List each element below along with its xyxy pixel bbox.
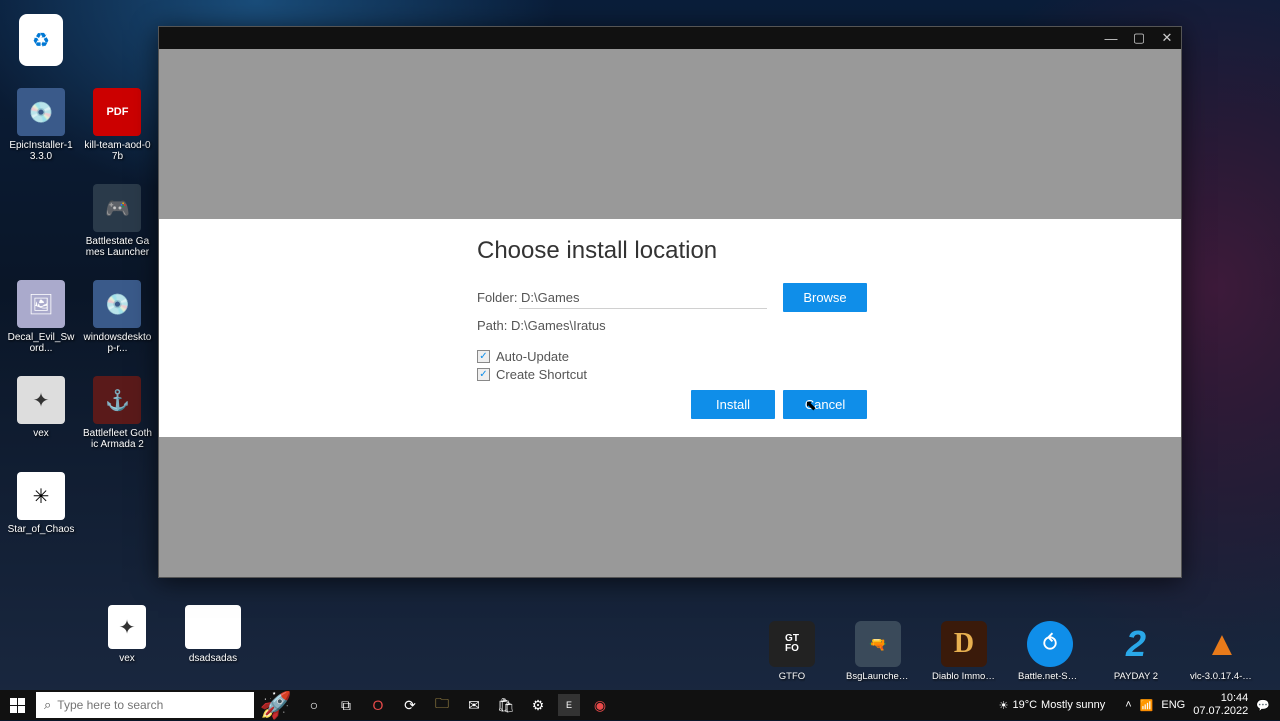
desktop-icon-vex2[interactable]: ✦ vex <box>91 605 163 664</box>
store-icon[interactable]: 🛍 <box>490 690 522 720</box>
cortana-button[interactable]: 🚀 <box>260 690 292 720</box>
clock[interactable]: 10:44 07.07.2022 <box>1193 692 1248 717</box>
install-location-panel: Choose install location Folder: Browse P… <box>159 219 1181 437</box>
system-tray: ☀ 19°C Mostly sunny ˄ 📶 ENG 10:44 07.07.… <box>999 692 1280 717</box>
epic-icon[interactable]: E <box>558 694 580 716</box>
pdf-icon: PDF <box>93 88 141 136</box>
taskbar-apps: ○ ⧉ O ⟳ 🗀 ✉ 🛍 ⚙ E ◉ <box>298 690 999 720</box>
app-icon: 🎮 <box>93 184 141 232</box>
recycle-bin-icon: ♻ <box>19 14 63 66</box>
action-buttons: Install Cancel <box>691 390 1181 419</box>
folder-input[interactable] <box>519 287 767 309</box>
create-shortcut-checkbox[interactable]: ✓ <box>477 368 490 381</box>
image-icon: 🖼 <box>17 280 65 328</box>
titlebar[interactable]: — ▢ ✕ <box>159 27 1181 49</box>
desktop-icon-bfga2[interactable]: ⚓ Battlefleet Gothic Armada 2 <box>81 376 153 450</box>
search-icon: ⌕ <box>44 697 51 713</box>
desktop-icon-chaos[interactable]: ✳ Star_of_Chaos <box>5 472 77 535</box>
exe-icon: 💿 <box>93 280 141 328</box>
desktop-icon-decal[interactable]: 🖼 Decal_Evil_Sword... <box>5 280 77 354</box>
weather-widget[interactable]: ☀ 19°C Mostly sunny <box>999 699 1106 712</box>
desktop-icon-battlenet[interactable]: ⥀ Battle.net-Setup <box>1018 621 1082 682</box>
opera-icon[interactable]: O <box>362 690 394 720</box>
installer-body: Choose install location Folder: Browse P… <box>159 49 1181 577</box>
taskbar-search[interactable]: ⌕ <box>36 692 254 718</box>
weather-icon: ☀ <box>999 699 1009 712</box>
app-icon: GTFO <box>769 621 815 667</box>
minimize-button[interactable]: — <box>1103 30 1119 46</box>
path-label: Path: <box>477 318 507 333</box>
language-indicator[interactable]: ENG <box>1161 699 1185 711</box>
app-icon: ▲ <box>1199 621 1245 667</box>
image-icon: ✳ <box>17 472 65 520</box>
installer-footer-area <box>159 437 1181 577</box>
app-icon[interactable]: ◉ <box>584 690 616 720</box>
desktop-icon-vex[interactable]: ✦ vex <box>5 376 77 439</box>
file-explorer-icon[interactable]: 🗀 <box>426 690 458 720</box>
desktop-left-bottom-icons: ✦ vex dsadsadas <box>5 601 249 682</box>
recycle-bin[interactable]: ♻ <box>5 14 77 66</box>
app-icon: 🔫 <box>855 621 901 667</box>
desktop-icon-vlc[interactable]: ▲ vlc-3.0.17.4-win64 <box>1190 621 1254 682</box>
desktop-icon-gtfo[interactable]: GTFO GTFO <box>760 621 824 682</box>
auto-update-checkbox[interactable]: ✓ <box>477 350 490 363</box>
panel-heading: Choose install location <box>477 237 1181 265</box>
close-button[interactable]: ✕ <box>1159 30 1175 46</box>
desktop-icon-windesktop[interactable]: 💿 windowsdesktop-r... <box>81 280 153 354</box>
weather-temp: 19°C <box>1012 699 1037 711</box>
create-shortcut-label: Create Shortcut <box>496 367 587 382</box>
browse-button[interactable]: Browse <box>783 283 867 312</box>
desktop-icon-diablo[interactable]: D Diablo Immortal <box>932 621 996 682</box>
folder-label: Folder: <box>477 290 519 305</box>
installer-header-area <box>159 49 1181 219</box>
app-icon: ✦ <box>17 376 65 424</box>
create-shortcut-row: ✓ Create Shortcut <box>477 367 1181 382</box>
notifications-icon[interactable]: 💬 <box>1256 699 1270 712</box>
task-view-button[interactable]: ⧉ <box>330 690 362 720</box>
desktop-icon-epicinstaller[interactable]: 💿 EpicInstaller-13.3.0 <box>5 88 77 162</box>
path-value: D:\Games\Iratus <box>511 318 606 333</box>
cancel-button[interactable]: Cancel <box>783 390 867 419</box>
tray-chevron-icon[interactable]: ˄ <box>1125 699 1131 711</box>
desktop-icon-dsad[interactable]: dsadsadas <box>177 605 249 664</box>
desktop-bottom-icons: GTFO GTFO 🔫 BsgLauncher.12.12... D Diabl… <box>760 621 1275 682</box>
maximize-button[interactable]: ▢ <box>1131 30 1147 46</box>
settings-icon[interactable]: ⚙ <box>522 690 554 720</box>
app-icon: ⥀ <box>1027 621 1073 667</box>
search-input[interactable] <box>57 698 246 712</box>
clock-date: 07.07.2022 <box>1193 705 1248 718</box>
app-icon: ⚓ <box>93 376 141 424</box>
app-icon: 2 <box>1113 621 1159 667</box>
desktop-icons-area: ♻ 💿 EpicInstaller-13.3.0 PDF kill-team-a… <box>5 10 165 553</box>
desktop-icon-bsg[interactable]: 🎮 Battlestate Games Launcher <box>81 184 153 258</box>
tray-network-icon[interactable]: 📶 <box>1140 699 1154 712</box>
file-icon: ✦ <box>108 605 146 649</box>
mail-icon[interactable]: ✉ <box>458 690 490 720</box>
weather-desc: Mostly sunny <box>1041 699 1105 711</box>
path-row: Path: D:\Games\Iratus <box>477 318 1181 333</box>
desktop-icon-pdf[interactable]: PDF kill-team-aod-07b <box>81 88 153 162</box>
cortana-circle-icon[interactable]: ○ <box>298 690 330 720</box>
desktop-icon-bsglauncher[interactable]: 🔫 BsgLauncher.12.12... <box>846 621 910 682</box>
installer-window: — ▢ ✕ Choose install location Folder: Br… <box>158 26 1182 578</box>
auto-update-label: Auto-Update <box>496 349 569 364</box>
install-button[interactable]: Install <box>691 390 775 419</box>
exe-icon: 💿 <box>17 88 65 136</box>
auto-update-row: ✓ Auto-Update <box>477 349 1181 364</box>
taskbar: ⌕ 🚀 ○ ⧉ O ⟳ 🗀 ✉ 🛍 ⚙ E ◉ ☀ 19°C Mostly su… <box>0 690 1280 720</box>
windows-logo-icon <box>10 698 25 713</box>
folder-row: Folder: Browse <box>477 283 1181 312</box>
file-icon <box>185 605 241 649</box>
clock-time: 10:44 <box>1193 692 1248 705</box>
steam-icon[interactable]: ⟳ <box>394 690 426 720</box>
desktop-icon-payday2[interactable]: 2 PAYDAY 2 <box>1104 621 1168 682</box>
start-button[interactable] <box>0 690 34 720</box>
app-icon: D <box>941 621 987 667</box>
